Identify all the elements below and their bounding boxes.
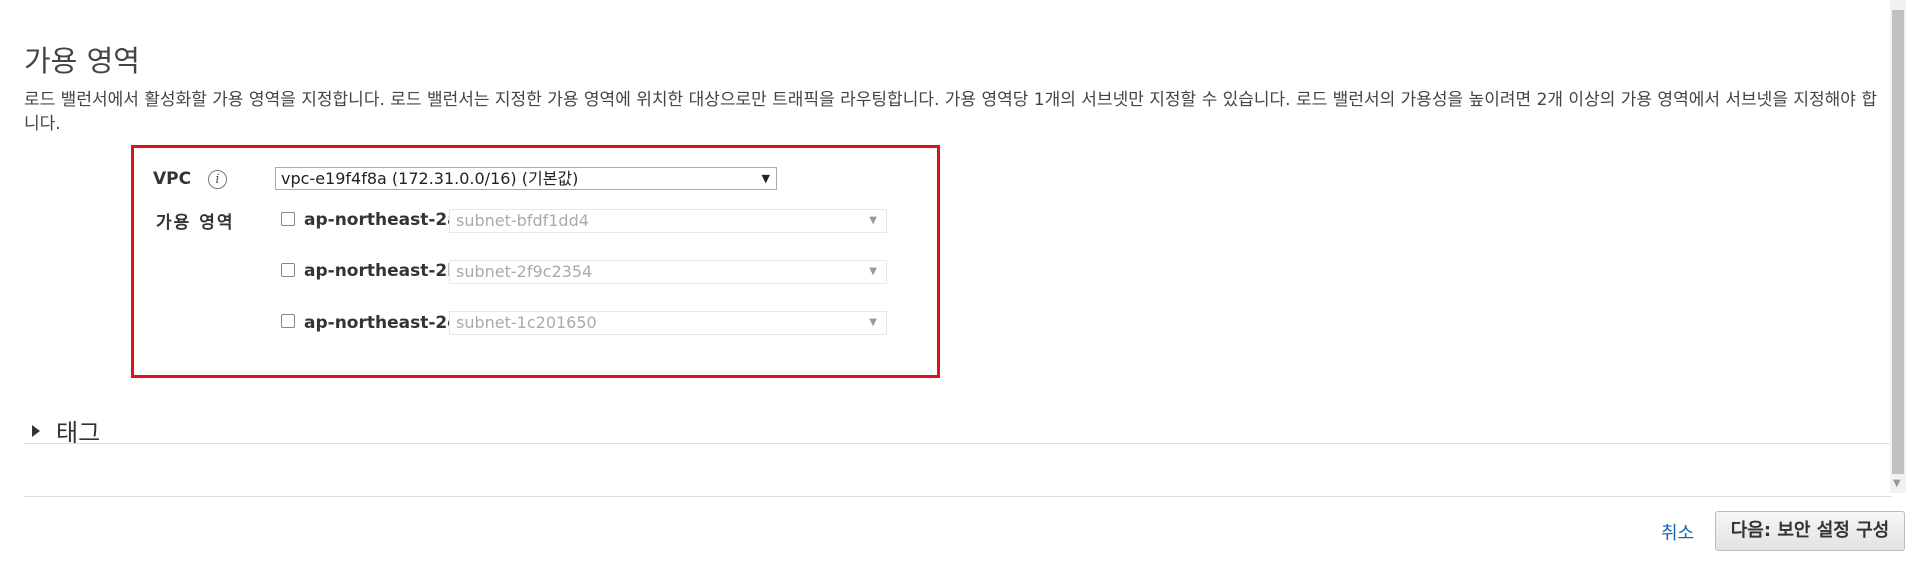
scrollbar-thumb[interactable]: [1892, 10, 1904, 474]
dropdown-arrow-icon: ▼: [869, 215, 877, 226]
section-description: 로드 밸런서에서 활성화할 가용 영역을 지정합니다. 로드 밸런서는 지정한 …: [24, 90, 1877, 134]
subnet-value: subnet-1c201650: [456, 313, 597, 332]
expand-triangle-icon: [32, 425, 40, 437]
zone-name-2b: ap-northeast-2b: [304, 261, 460, 281]
section-title: 가용 영역: [24, 44, 140, 78]
dropdown-arrow-icon: ▼: [761, 172, 770, 185]
zone-name-2a: ap-northeast-2a: [304, 210, 459, 230]
zone-checkbox-2a[interactable]: [281, 212, 295, 226]
subnet-select-2a[interactable]: subnet-bfdf1dd4 ▼: [449, 209, 887, 233]
info-icon[interactable]: i: [208, 170, 227, 189]
subnet-value: subnet-bfdf1dd4: [456, 211, 589, 230]
availability-zones-label: 가용 영역: [156, 213, 235, 233]
subnet-value: subnet-2f9c2354: [456, 262, 593, 281]
zone-name-2c: ap-northeast-2c: [304, 313, 458, 333]
vpc-select-value: vpc-e19f4f8a (172.31.0.0/16) (기본값): [281, 169, 579, 188]
subnet-select-2c[interactable]: subnet-1c201650 ▼: [449, 311, 887, 335]
vpc-label: VPC: [153, 169, 192, 189]
vpc-select[interactable]: vpc-e19f4f8a (172.31.0.0/16) (기본값) ▼: [275, 167, 777, 190]
zone-checkbox-2b[interactable]: [281, 263, 295, 277]
dropdown-arrow-icon: ▼: [869, 266, 877, 277]
dropdown-arrow-icon: ▼: [869, 317, 877, 328]
divider: [24, 443, 1892, 444]
scroll-down-arrow-icon[interactable]: ▼: [1893, 478, 1901, 489]
next-button[interactable]: 다음: 보안 설정 구성: [1715, 511, 1905, 551]
cancel-link[interactable]: 취소: [1661, 519, 1694, 545]
subnet-select-2b[interactable]: subnet-2f9c2354 ▼: [449, 260, 887, 284]
divider: [24, 496, 1892, 497]
zone-checkbox-2c[interactable]: [281, 314, 295, 328]
